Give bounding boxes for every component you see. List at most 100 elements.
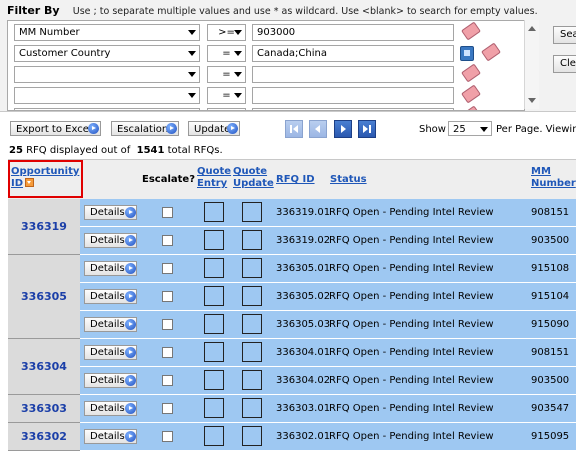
escalate-checkbox[interactable] [162,431,173,442]
quote-entry-box[interactable] [204,342,224,362]
show-label: Show [419,124,446,135]
quote-entry-box[interactable] [204,286,224,306]
filter-value-input[interactable] [252,87,454,104]
quote-update-box[interactable] [242,342,262,362]
details-label: Details [90,319,125,330]
quote-entry-box[interactable] [204,370,224,390]
sort-desc-icon[interactable] [25,178,35,187]
escalate-checkbox[interactable] [162,235,173,246]
rfq-id: 336304.01 [276,347,331,358]
quote-update-box[interactable] [242,286,262,306]
details-button[interactable]: Details [84,261,137,276]
update-button[interactable]: Update [188,121,240,136]
toolbar: Export to Excel Escalation Update Show 2… [0,114,576,144]
filter-value-input[interactable] [252,108,454,110]
details-button[interactable]: Details [84,401,137,416]
escalate-checkbox[interactable] [162,263,173,274]
quote-update-box[interactable] [242,426,262,446]
previous-page-button[interactable] [309,120,327,138]
opportunity-id-link[interactable]: 336319 [8,220,80,233]
page-size-select[interactable]: 25 [448,121,492,136]
filter-operator-select[interactable]: = [207,66,246,83]
eraser-icon[interactable] [461,105,481,110]
quote-entry-box[interactable] [204,202,224,222]
filter-operator-select[interactable]: = [207,87,246,104]
total-text: total RFQs. [167,145,223,156]
header-status[interactable]: Status [330,174,367,186]
quote-update-box[interactable] [242,258,262,278]
quote-entry-box[interactable] [204,258,224,278]
details-button[interactable]: Details [84,233,137,248]
filter-field-select[interactable]: MM Number [14,24,200,41]
filter-field-select[interactable]: Customer Country [14,45,200,62]
filter-value-input[interactable]: 903000 [252,24,454,41]
details-button[interactable]: Details [84,345,137,360]
filter-scrollbar[interactable] [524,20,539,109]
details-button[interactable]: Details [84,317,137,332]
details-button[interactable]: Details [84,205,137,220]
quote-entry-box[interactable] [204,398,224,418]
quote-update-box[interactable] [242,230,262,250]
header-rfq-id[interactable]: RFQ ID [276,174,315,186]
opportunity-id-link[interactable]: 336302 [8,430,80,443]
details-button[interactable]: Details [84,373,137,388]
quote-update-box[interactable] [242,202,262,222]
details-button[interactable]: Details [84,429,137,444]
first-page-button[interactable] [285,120,303,138]
escalate-checkbox[interactable] [162,347,173,358]
eraser-icon[interactable] [481,42,501,62]
details-button[interactable]: Details [84,289,137,304]
details-label: Details [90,403,125,414]
first-page-arrow-icon [293,125,298,133]
chevron-down-icon [188,72,196,77]
escalate-checkbox[interactable] [162,403,173,414]
filter-field-value: MM Number [19,27,80,38]
filter-operator-value: = [222,90,231,101]
filter-field-select[interactable] [14,66,200,83]
filter-hint: Use ; to separate multiple values and us… [72,6,538,17]
filter-operator-select[interactable]: = [207,45,246,62]
escalate-checkbox[interactable] [162,319,173,330]
eraser-icon[interactable] [461,63,481,83]
filter-field-select[interactable] [14,108,200,110]
filter-row: = [14,63,524,83]
header-mm-number[interactable]: MM Number [531,166,576,190]
export-to-excel-button[interactable]: Export to Excel [10,121,101,136]
header-quote-update[interactable]: Quote Update [233,166,275,190]
opportunity-id-link[interactable]: 336305 [8,290,80,303]
eraser-icon[interactable] [461,21,481,41]
opportunity-id-link[interactable]: 336304 [8,360,80,373]
next-page-button[interactable] [334,120,352,138]
filter-field-select[interactable] [14,87,200,104]
rfq-id: 336319.01 [276,207,331,218]
header-opportunity-id[interactable]: Opportunity ID [11,166,81,190]
filter-value-text: 903000 [257,27,296,38]
last-page-icon [369,125,371,133]
quote-entry-box[interactable] [204,314,224,334]
filter-operator-select[interactable]: >= [207,24,246,41]
filter-value-input[interactable] [252,66,454,83]
eraser-icon[interactable] [461,84,481,104]
quote-update-box[interactable] [242,314,262,334]
filter-value-input[interactable]: Canada;China [252,45,454,62]
quote-update-box[interactable] [242,398,262,418]
filter-operator-select[interactable]: = [207,108,246,110]
search-button[interactable]: Search [553,26,576,44]
header-quote-entry[interactable]: Quote Entry [197,166,231,190]
scroll-up-icon[interactable] [528,26,536,31]
escalate-checkbox[interactable] [162,375,173,386]
update-label: Update [194,124,231,135]
quote-update-box[interactable] [242,370,262,390]
quote-entry-box[interactable] [204,426,224,446]
scroll-down-icon[interactable] [528,98,536,103]
escalate-checkbox[interactable] [162,291,173,302]
clear-button[interactable]: Clear [553,55,576,73]
escalate-checkbox[interactable] [162,207,173,218]
table-row: Details 336305.03 RFQ Open - Pending Intel… [80,311,576,339]
quote-entry-box[interactable] [204,230,224,250]
escalation-button[interactable]: Escalation [111,121,179,136]
opportunity-id-link[interactable]: 336303 [8,402,80,415]
grid-header: Opportunity ID Escalate? Quote Entry Quo… [8,159,576,201]
last-page-button[interactable] [358,120,376,138]
lookup-icon[interactable] [460,46,474,61]
